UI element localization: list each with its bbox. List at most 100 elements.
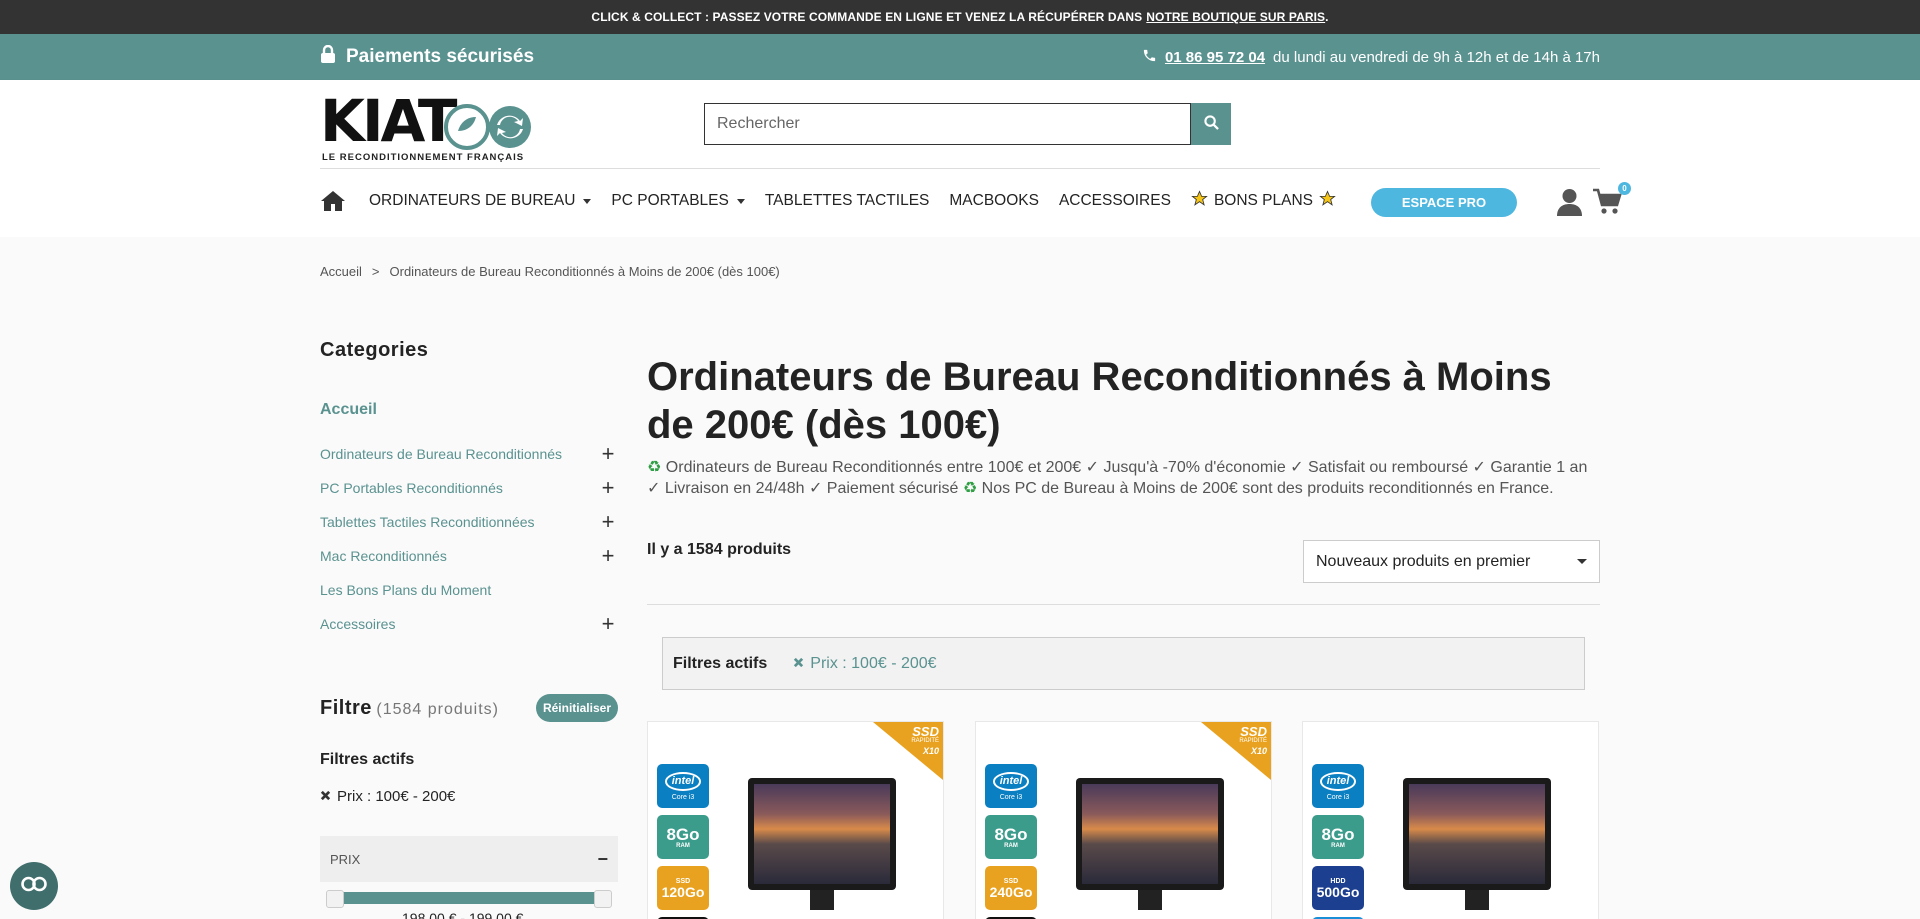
category-label[interactable]: Mac Reconditionnés	[320, 548, 447, 564]
espace-pro-button[interactable]: ESPACE PRO	[1371, 188, 1517, 217]
expand-icon[interactable]: +	[598, 613, 618, 635]
sort-select[interactable]: Nouveaux produits en premier	[1303, 540, 1600, 583]
category-description: ♻ Ordinateurs de Bureau Reconditionnés e…	[647, 457, 1600, 499]
category-item[interactable]: PC Portables Reconditionnés +	[320, 471, 618, 505]
category-label[interactable]: Ordinateurs de Bureau Reconditionnés	[320, 446, 562, 462]
category-item[interactable]: Ordinateurs de Bureau Reconditionnés +	[320, 437, 618, 471]
screen-image	[1082, 784, 1218, 884]
nav-macbooks[interactable]: MACBOOKS	[949, 192, 1039, 210]
ssd-ribbon-badge: SSD RAPIDITÉ X10	[1201, 722, 1271, 780]
product-card[interactable]: SSD RAPIDITÉ X10 intel Core i3 8Go RAM SSD…	[975, 721, 1272, 919]
price-facet-header[interactable]: PRIX −	[320, 836, 618, 882]
lock-icon	[320, 44, 336, 69]
ram-label: RAM	[1331, 842, 1345, 849]
phone-link[interactable]: 01 86 95 72 04	[1165, 49, 1265, 66]
user-account-icon[interactable]	[1556, 188, 1583, 221]
search-button[interactable]	[1191, 103, 1231, 145]
expand-icon[interactable]: +	[598, 443, 618, 465]
nav-label: MACBOOKS	[949, 192, 1039, 209]
category-item[interactable]: Mac Reconditionnés +	[320, 539, 618, 573]
category-home-link[interactable]: Accueil	[320, 401, 377, 419]
price-slider[interactable]	[326, 890, 612, 908]
screen-image	[1409, 784, 1545, 884]
category-item[interactable]: Les Bons Plans du Moment	[320, 573, 618, 607]
active-filter-label: Prix : 100€ - 200€	[337, 788, 456, 805]
ram-badge: 8Go RAM	[1312, 815, 1364, 859]
nav-bons-plans[interactable]: BONS PLANS	[1191, 190, 1336, 212]
breadcrumb-current[interactable]: Ordinateurs de Bureau Reconditionnés à M…	[390, 264, 780, 279]
ssd-ribbon-badge: SSD RAPIDITÉ X10	[873, 722, 943, 780]
search-bar	[704, 103, 1231, 145]
cart-icon[interactable]: 0	[1592, 182, 1631, 221]
ribbon-text: SSD	[1240, 724, 1267, 739]
home-icon[interactable]	[320, 190, 346, 212]
price-slider-max-handle[interactable]	[594, 890, 612, 908]
ribbon-x: X10	[1250, 746, 1267, 756]
logo-recycle-icon	[444, 104, 536, 150]
expand-icon[interactable]: +	[598, 545, 618, 567]
cpu-model: Core i3	[1326, 793, 1350, 801]
category-item[interactable]: Accessoires +	[320, 607, 618, 641]
storage-value: 120Go	[661, 883, 705, 900]
active-filter-value: Prix : 100€ - 200€	[810, 654, 937, 672]
storage-badge: SSD 240Go	[985, 866, 1037, 910]
storage-badge: SSD 120Go	[657, 866, 709, 910]
accessibility-button[interactable]	[10, 862, 58, 910]
ribbon-x: X10	[922, 746, 939, 756]
nav-accessoires[interactable]: ACCESSOIRES	[1059, 192, 1171, 210]
recycle-icon: ♻	[647, 459, 662, 476]
cpu-badge: intel Core i3	[1312, 764, 1364, 808]
expand-icon[interactable]: +	[598, 477, 618, 499]
collapse-icon[interactable]: −	[597, 849, 608, 870]
storage-badge: HDD 500Go	[1312, 866, 1364, 910]
boutique-link[interactable]: NOTRE BOUTIQUE SUR PARIS	[1146, 10, 1325, 24]
price-slider-min-handle[interactable]	[326, 890, 344, 908]
monitor-stand	[1138, 890, 1162, 910]
ram-value: 8Go	[994, 824, 1028, 844]
nav-label: PC PORTABLES	[611, 192, 729, 209]
expand-icon[interactable]: +	[598, 511, 618, 533]
price-range-label: 198,00 € - 199,00 €	[402, 910, 524, 919]
product-card[interactable]: intel Core i3 8Go RAM HDD 500Go	[1302, 721, 1599, 919]
ram-badge: 8Go RAM	[985, 815, 1037, 859]
product-image[interactable]	[748, 778, 896, 910]
ram-label: RAM	[1004, 842, 1018, 849]
category-item[interactable]: Tablettes Tactiles Reconditionnées +	[320, 505, 618, 539]
search-icon	[1203, 115, 1219, 133]
category-list: Ordinateurs de Bureau Reconditionnés + PC…	[320, 437, 618, 641]
active-filters-title: Filtres actifs	[320, 751, 415, 768]
nav-pc-portables[interactable]: PC PORTABLES	[611, 192, 745, 210]
site-logo[interactable]: KIAT LE RECONDITIONNEMENT FRANÇAIS	[320, 92, 536, 163]
search-input[interactable]	[704, 103, 1191, 145]
star-icon	[1191, 190, 1208, 212]
category-label[interactable]: Tablettes Tactiles Reconditionnées	[320, 514, 535, 530]
recycle-icon: ♻	[962, 480, 978, 497]
star-icon	[1319, 190, 1336, 212]
close-icon[interactable]	[320, 788, 331, 805]
nav-ordinateurs-de-bureau[interactable]: ORDINATEURS DE BUREAU	[369, 192, 592, 210]
category-label[interactable]: Accessoires	[320, 616, 395, 632]
close-icon[interactable]	[793, 655, 804, 673]
product-image[interactable]	[1403, 778, 1551, 910]
product-image[interactable]	[1076, 778, 1224, 910]
cpu-model: Core i3	[999, 793, 1023, 801]
accessibility-icon	[21, 876, 47, 897]
storage-value: 500Go	[1316, 883, 1360, 900]
ribbon-sub: RAPIDITÉ	[1239, 738, 1267, 744]
ribbon-sub: RAPIDITÉ	[911, 738, 939, 744]
nav-label: ORDINATEURS DE BUREAU	[369, 192, 576, 209]
active-filter-chip[interactable]: Prix : 100€ - 200€	[793, 654, 937, 673]
promo-end: .	[1325, 10, 1329, 24]
cpu-model: Core i3	[671, 793, 695, 801]
reset-filters-button[interactable]: Réinitialiser	[535, 694, 618, 722]
ram-badge: 8Go RAM	[657, 815, 709, 859]
nav-tablettes-tactiles[interactable]: TABLETTES TACTILES	[765, 192, 930, 210]
cpu-badge: intel Core i3	[985, 764, 1037, 808]
product-card[interactable]: SSD RAPIDITÉ X10 intel Core i3 8Go RAM SSD…	[647, 721, 944, 919]
active-filter-price[interactable]: Prix : 100€ - 200€	[320, 788, 455, 805]
breadcrumb-home[interactable]: Accueil	[320, 264, 362, 279]
price-slider-track	[332, 892, 606, 904]
ram-value: 8Go	[666, 824, 700, 844]
category-label[interactable]: PC Portables Reconditionnés	[320, 480, 503, 496]
category-label[interactable]: Les Bons Plans du Moment	[320, 582, 491, 598]
